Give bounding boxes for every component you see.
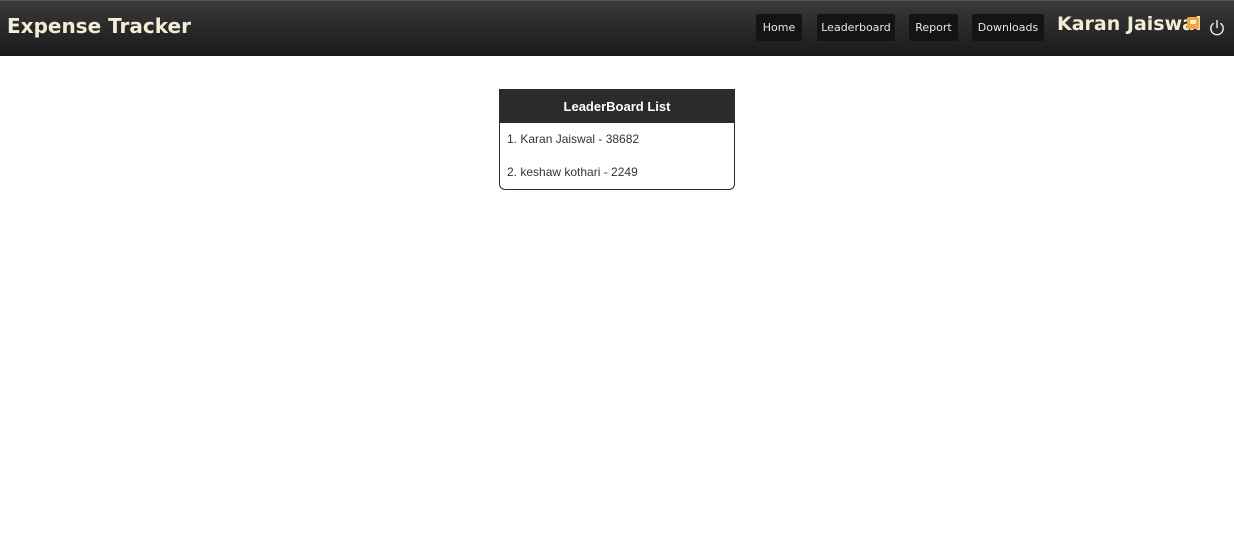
power-icon[interactable]: [1208, 19, 1226, 37]
nav-leaderboard-button[interactable]: Leaderboard: [817, 14, 895, 41]
app-title: Expense Tracker: [7, 14, 191, 38]
nav-home-button[interactable]: Home: [756, 14, 802, 41]
premium-badge-icon: [1187, 17, 1199, 29]
leaderboard-item: 2. keshaw kothari - 2249: [507, 165, 638, 179]
leaderboard-item: 1. Karan Jaiswal - 38682: [507, 132, 640, 146]
leaderboard-heading: LeaderBoard List: [500, 90, 734, 123]
leaderboard-card: LeaderBoard List 1. Karan Jaiswal - 3868…: [499, 89, 735, 190]
user-name: Karan Jaiswal: [1057, 13, 1202, 35]
nav-downloads-button[interactable]: Downloads: [972, 14, 1044, 41]
nav-report-button[interactable]: Report: [909, 14, 958, 41]
top-navbar: Expense Tracker Home Leaderboard Report …: [0, 0, 1234, 56]
